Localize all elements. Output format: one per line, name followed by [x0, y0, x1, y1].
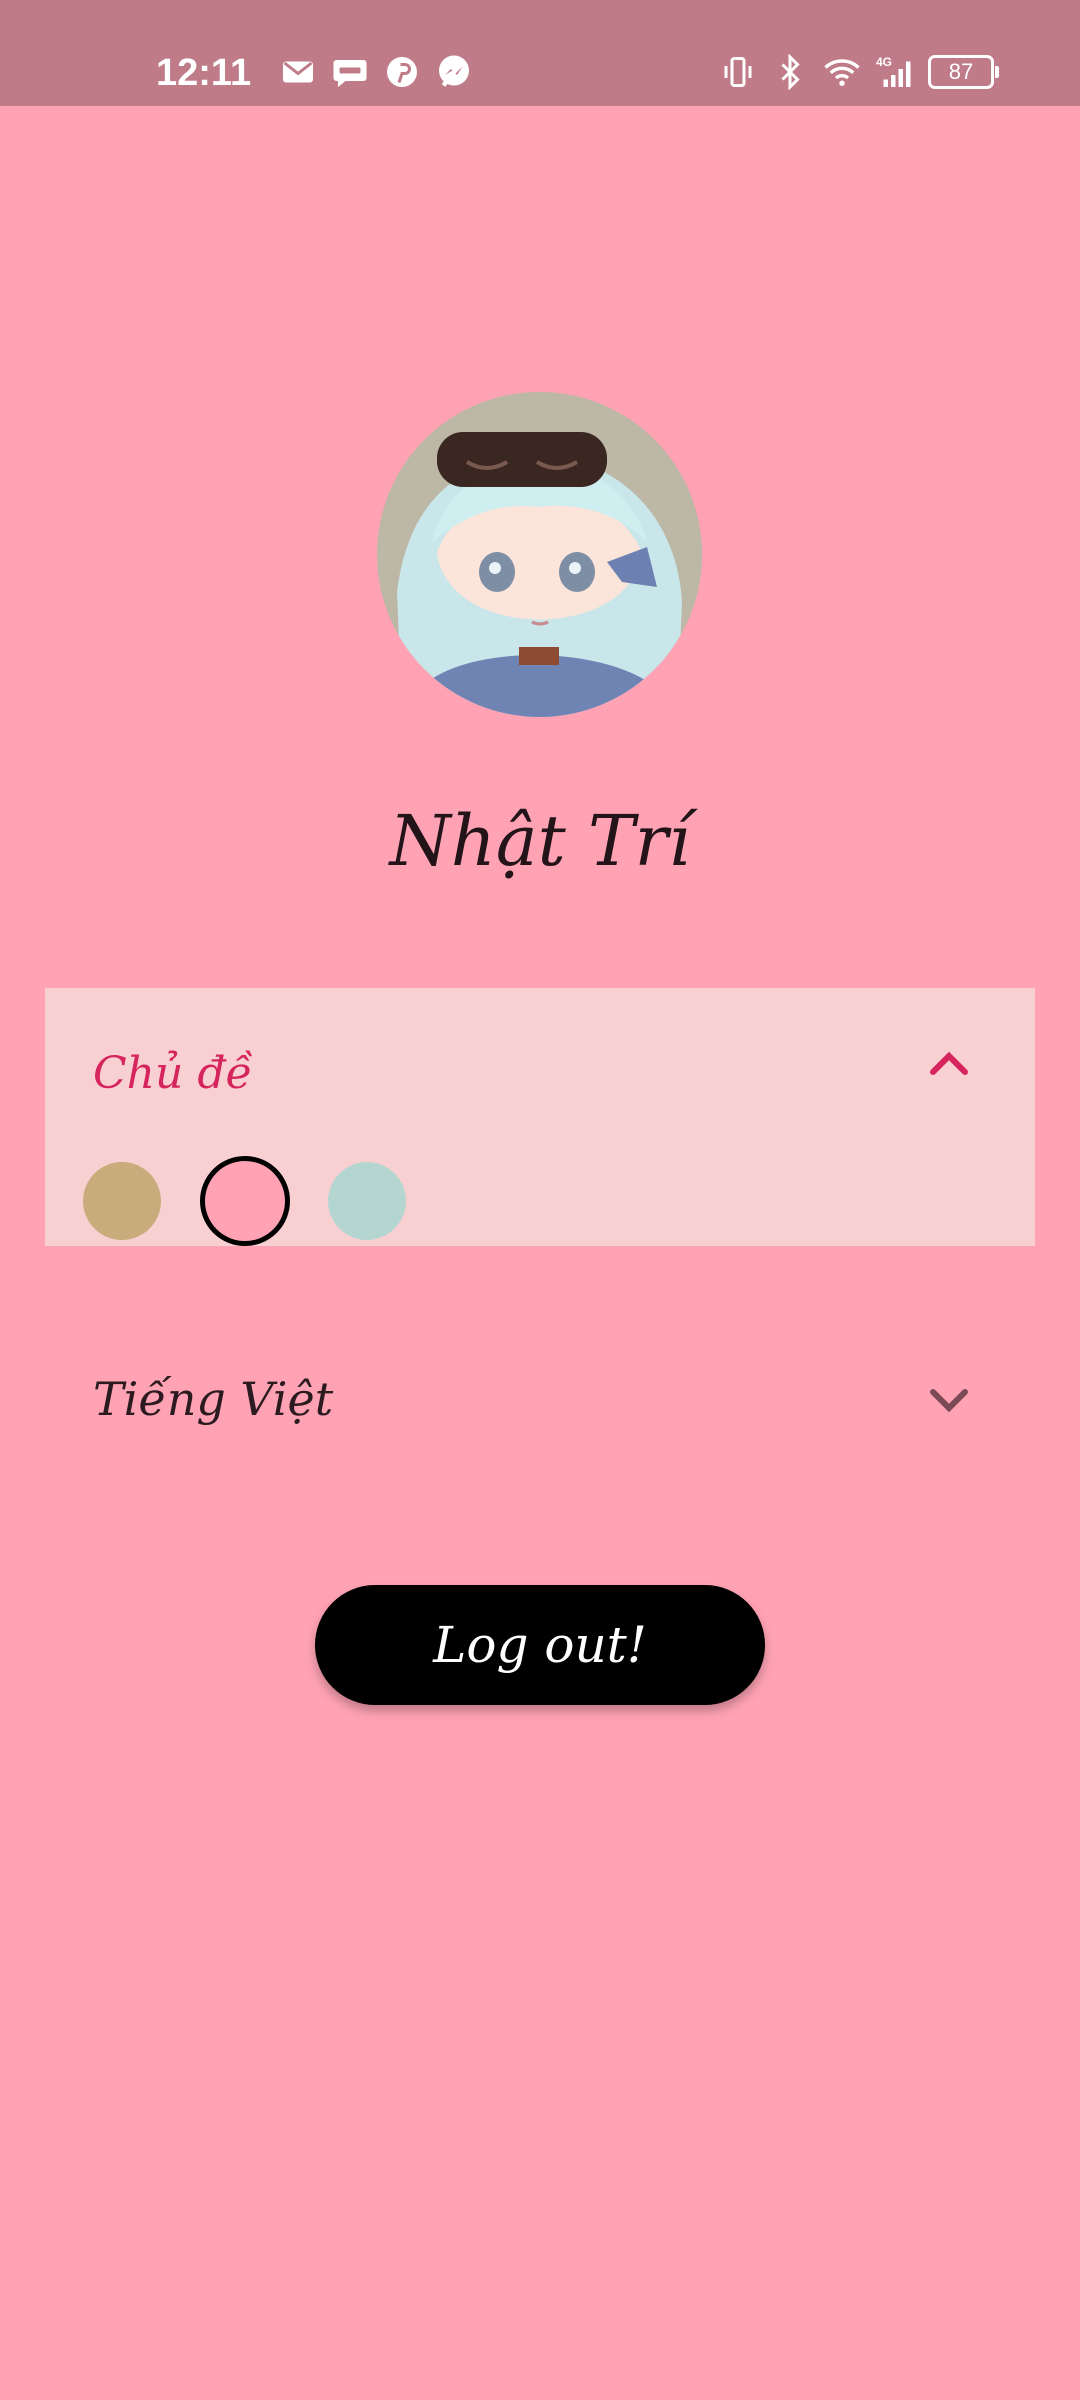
status-bar: 12:11 4G 87: [0, 0, 1080, 106]
chevron-up-icon[interactable]: [925, 1040, 973, 1088]
bluetooth-icon: [781, 54, 800, 90]
profile-name: Nhật Trí: [389, 800, 691, 882]
svg-text:4G: 4G: [876, 55, 892, 69]
vibrate-icon: [724, 57, 752, 87]
theme-swatch-gold[interactable]: [83, 1162, 161, 1240]
theme-swatch-mint[interactable]: [328, 1162, 406, 1240]
signal-icon: 4G: [876, 55, 911, 87]
language-label[interactable]: Tiếng Việt: [93, 1372, 333, 1426]
mail-icon: [283, 61, 313, 83]
notification-icons: [280, 52, 472, 92]
wifi-icon: [824, 59, 860, 86]
logout-button[interactable]: Log out!: [315, 1585, 765, 1705]
language-section[interactable]: Tiếng Việt: [45, 1330, 1035, 1470]
chevron-down-icon[interactable]: [925, 1376, 973, 1424]
pinterest-icon: [387, 57, 417, 87]
messenger-icon: [439, 55, 469, 87]
status-time: 12:11: [156, 52, 252, 94]
system-icons: 4G 87: [720, 52, 999, 92]
theme-swatch-pink-selected[interactable]: [200, 1156, 290, 1246]
profile-avatar[interactable]: [377, 392, 702, 717]
zalo-icon: [333, 60, 367, 87]
battery-icon: 87: [928, 55, 999, 89]
theme-section: Chủ đề: [45, 988, 1035, 1246]
theme-label[interactable]: Chủ đề: [93, 1048, 253, 1099]
